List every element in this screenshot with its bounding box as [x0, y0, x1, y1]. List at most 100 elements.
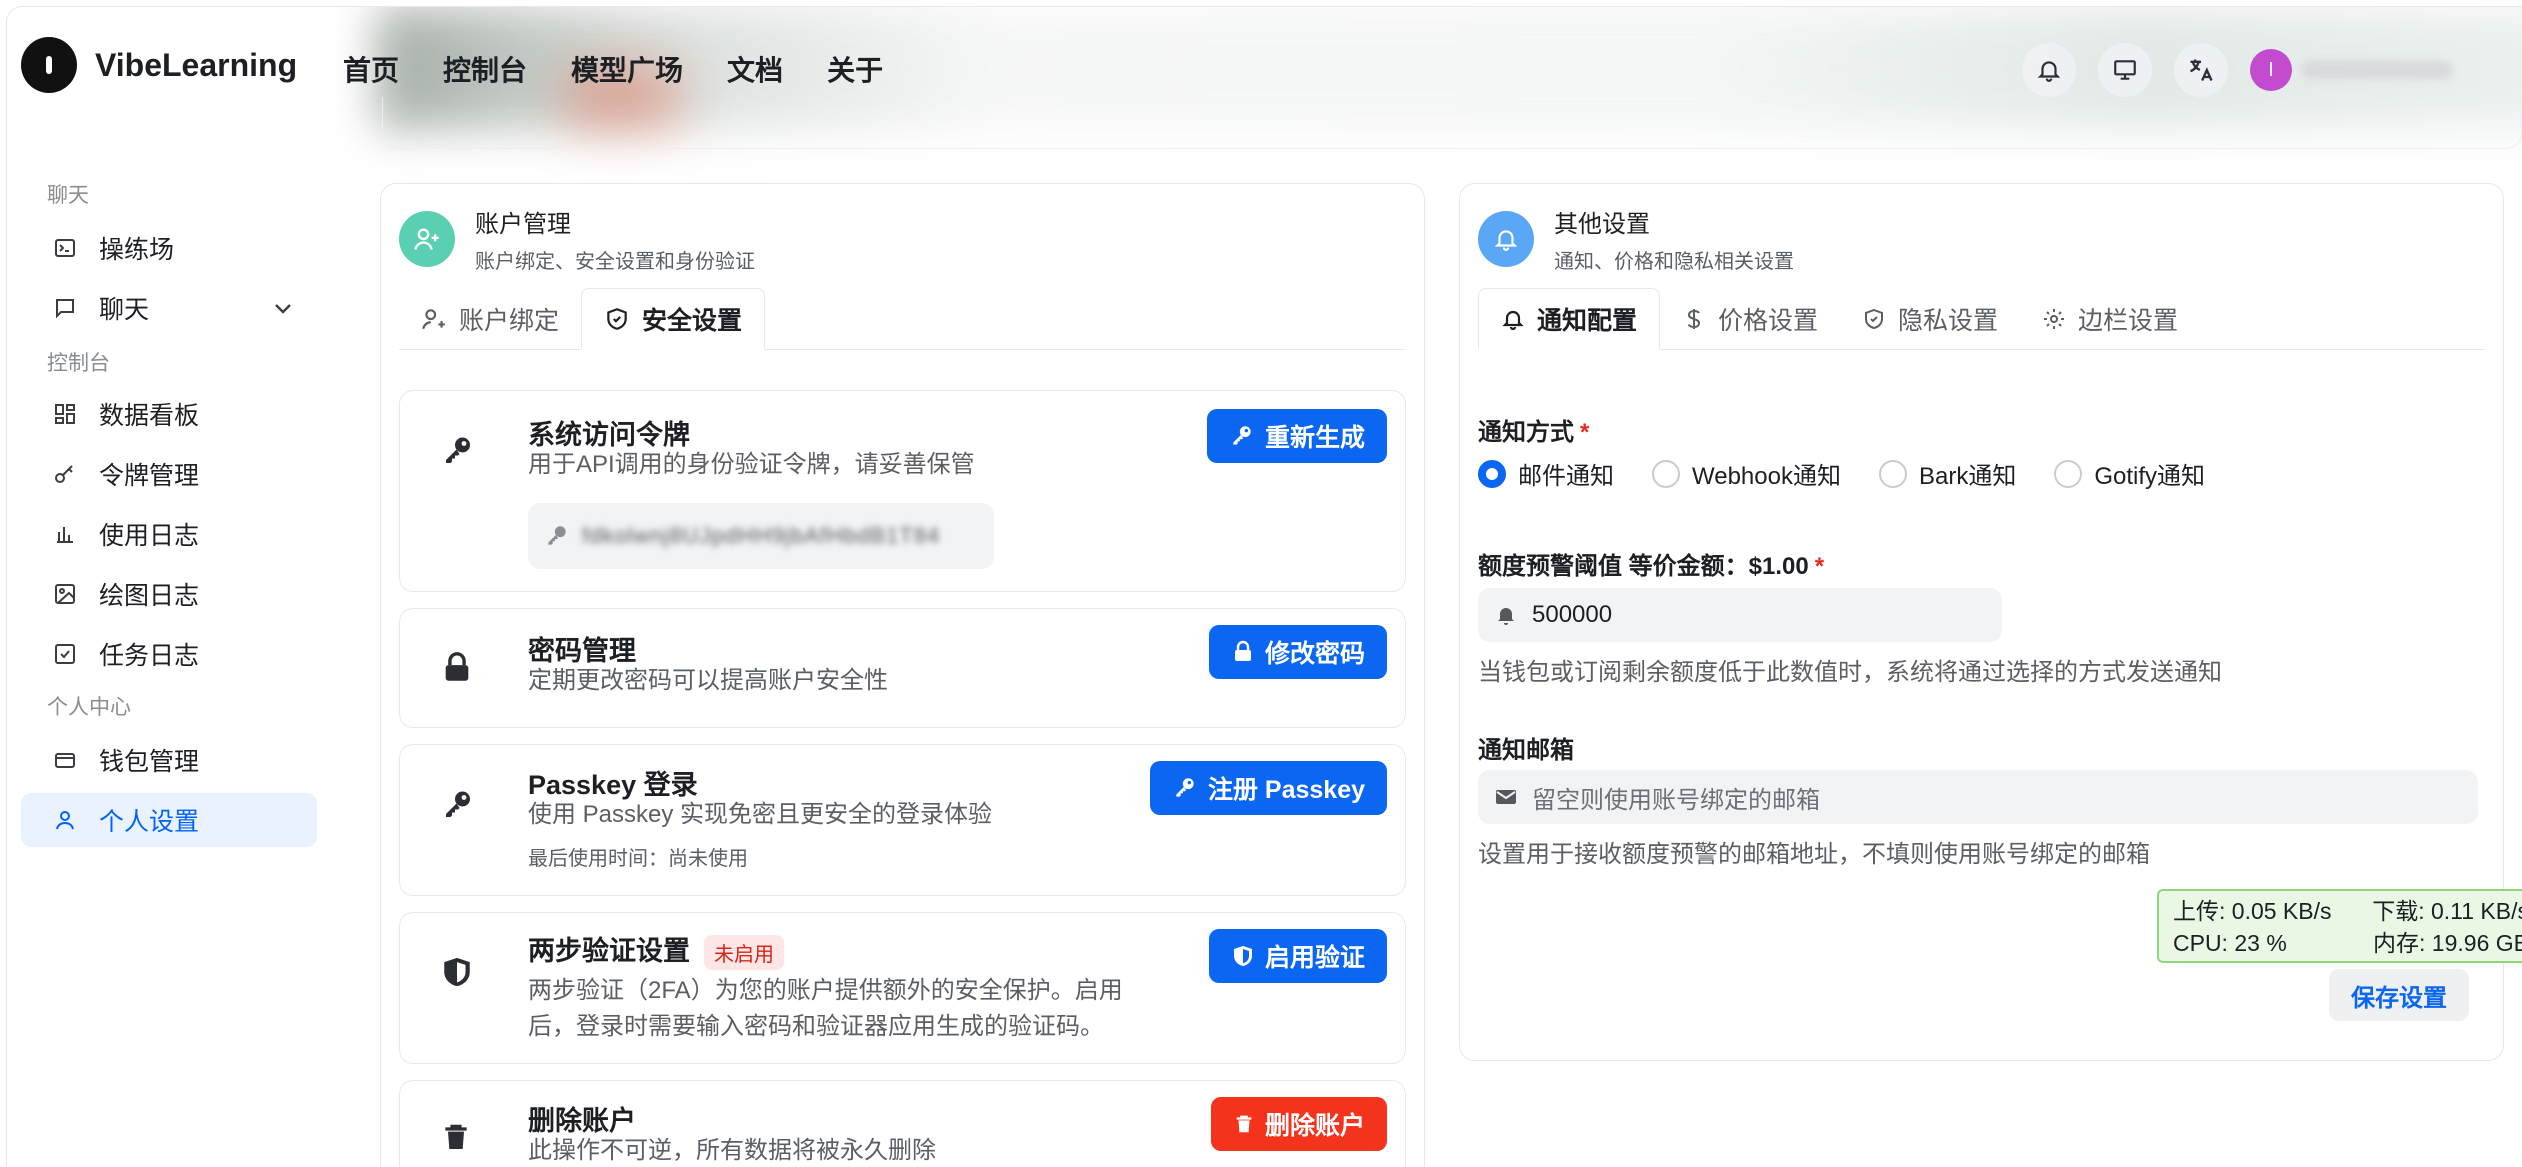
label-text: 通知方式 — [1478, 419, 1574, 446]
token-value-box[interactable]: fdkolwnj8UJpdHH9jbAfHbdB1T84 — [528, 503, 994, 569]
button-label: 删除账户 — [1264, 1112, 1365, 1140]
tab-account-binding[interactable]: 账户绑定 — [399, 288, 581, 350]
other-card-header: 其他设置 通知、价格和隐私相关设置 — [1478, 204, 1794, 274]
nav-about[interactable]: 关于 — [827, 49, 883, 89]
delete-account-button[interactable]: 删除账户 — [1210, 1097, 1387, 1151]
trash-icon — [1236, 1115, 1252, 1133]
trash-icon — [445, 1124, 467, 1149]
sidebar-item-chat[interactable]: 聊天 — [21, 281, 317, 335]
sidebar-item-tokens[interactable]: 令牌管理 — [21, 449, 317, 499]
terminal-icon — [55, 239, 75, 257]
tab-label: 安全设置 — [642, 306, 743, 335]
upload-speed: 上传: 0.05 KB/s — [2173, 898, 2332, 924]
key-icon — [1233, 426, 1251, 445]
language-button[interactable] — [2174, 43, 2228, 97]
account-management-card: 账户管理 账户绑定、安全设置和身份验证 账户绑定 安全设置 系统访问令牌 用于A… — [380, 183, 1425, 1167]
key-icon — [1176, 778, 1194, 797]
user-name-blurred — [2302, 61, 2452, 79]
sidebar-item-dashboard[interactable]: 数据看板 — [21, 389, 317, 439]
radio-circle — [1652, 459, 1680, 488]
password-section: 密码管理 定期更改密码可以提高账户安全性 修改密码 — [399, 608, 1406, 728]
radio-email[interactable]: 邮件通知 — [1478, 456, 1614, 491]
bell-icon — [1502, 310, 1524, 330]
twofa-desc-line2: 后，登录时需要输入密码和验证器应用生成的验证码。 — [528, 1013, 1104, 1040]
dollar-icon — [1687, 309, 1701, 329]
sidebar-item-playground[interactable]: 操练场 — [21, 221, 317, 275]
sidebar-item-label: 个人设置 — [99, 808, 200, 836]
radio-bark[interactable]: Bark通知 — [1878, 456, 2016, 491]
lock-icon — [1234, 640, 1251, 661]
brand-name: VibeLearning — [95, 46, 298, 83]
sidebar-item-label: 使用日志 — [99, 522, 200, 550]
register-passkey-button[interactable]: 注册 Passkey — [1149, 761, 1387, 815]
tab-label: 隐私设置 — [1898, 307, 1999, 335]
mail-icon — [1496, 790, 1516, 804]
email-input[interactable]: 留空则使用账号绑定的邮箱 — [1478, 770, 2478, 824]
sidebar-item-wallet[interactable]: 钱包管理 — [21, 733, 317, 787]
delete-desc: 此操作不可逆，所有数据将被永久删除 — [528, 1137, 936, 1164]
account-card-subtitle: 账户绑定、安全设置和身份验证 — [475, 251, 755, 273]
theme-button[interactable] — [2098, 43, 2152, 97]
download-speed: 下载: 0.11 KB/s — [2372, 898, 2522, 924]
passkey-desc: 使用 Passkey 实现免密且更安全的登录体验 — [528, 801, 993, 828]
save-settings-button[interactable]: 保存设置 — [2329, 969, 2469, 1021]
tab-notify[interactable]: 通知配置 — [1478, 288, 1661, 350]
bell-icon — [2037, 61, 2061, 82]
sidebar-item-draw-log[interactable]: 绘图日志 — [21, 569, 317, 619]
notify-method-radio-group: 邮件通知 Webhook通知 Bark通知 Gotify通知 — [1478, 456, 2205, 491]
tab-sidebar[interactable]: 边栏设置 — [2020, 288, 2200, 350]
sidebar-item-task-log[interactable]: 任务日志 — [21, 629, 317, 679]
radio-circle — [2054, 459, 2083, 488]
shield-check-icon — [1865, 308, 1884, 330]
sidebar-group-console: 控制台 — [47, 352, 110, 375]
input-value: 500000 — [1532, 601, 1613, 628]
passkey-last-used: 最后使用时间：尚未使用 — [528, 848, 748, 870]
notifications-button[interactable] — [2022, 43, 2076, 97]
regenerate-token-button[interactable]: 重新生成 — [1206, 409, 1387, 463]
user-plus-icon — [399, 211, 455, 267]
password-desc: 定期更改密码可以提高账户安全性 — [528, 667, 888, 694]
radio-gotify[interactable]: Gotify通知 — [2054, 456, 2205, 491]
change-password-button[interactable]: 修改密码 — [1208, 625, 1387, 679]
notify-method-label: 通知方式 * — [1478, 412, 1589, 447]
sidebar-item-label: 令牌管理 — [99, 462, 200, 490]
tab-security-settings[interactable]: 安全设置 — [581, 288, 766, 350]
memory-usage: 内存: 19.96 GB — [2373, 930, 2522, 956]
sidebar-item-label: 绘图日志 — [99, 582, 200, 610]
sidebar-item-label: 钱包管理 — [99, 748, 200, 776]
network-monitor-widget: 上传: 0.05 KB/s 下载: 0.11 KB/s CPU: 23 % 内存: … — [2157, 889, 2522, 963]
nav-model-square[interactable]: 模型广场 — [571, 49, 683, 89]
key-icon — [446, 791, 470, 817]
user-add-icon — [422, 309, 445, 330]
token-desc: 用于API调用的身份验证令牌，请妥善保管 — [528, 451, 975, 478]
bar-chart-icon — [57, 527, 73, 543]
other-card-title: 其他设置 — [1554, 211, 1650, 238]
shield-icon — [444, 957, 470, 987]
threshold-input[interactable]: 500000 — [1478, 588, 2002, 642]
enable-2fa-button[interactable]: 启用验证 — [1208, 929, 1387, 983]
tab-label: 账户绑定 — [459, 307, 560, 335]
radio-label: Gotify通知 — [2094, 463, 2206, 490]
gear-icon — [2044, 309, 2065, 329]
sidebar-item-usage-log[interactable]: 使用日志 — [21, 509, 317, 559]
threshold-label: 额度预警阈值 等价金额：$1.00 * — [1478, 546, 1824, 581]
chevron-down-icon[interactable] — [271, 296, 295, 320]
tab-privacy[interactable]: 隐私设置 — [1840, 288, 2020, 350]
twofa-title: 两步验证设置 — [528, 936, 690, 966]
bell-icon — [1498, 608, 1514, 625]
app-window: VibeLearning 首页 控制台 模型广场 文档 关于 I 聊天 操练场 … — [6, 6, 2522, 1167]
token-value: fdkolwnj8UJpdHH9jbAfHbdB1T84 — [582, 523, 941, 548]
label-text: 额度预警阈值 等价金额：$1.00 — [1478, 553, 1809, 580]
user-menu[interactable]: I — [2250, 49, 2452, 91]
nav-home[interactable]: 首页 — [343, 49, 399, 89]
radio-webhook[interactable]: Webhook通知 — [1652, 456, 1841, 491]
nav-console[interactable]: 控制台 — [443, 49, 527, 89]
bell-icon — [1478, 211, 1534, 267]
shield-icon — [1233, 946, 1252, 966]
required-mark: * — [1580, 419, 1590, 446]
brand-logo-link[interactable]: VibeLearning — [21, 37, 297, 93]
top-card-edge — [382, 97, 2522, 149]
sidebar-item-settings[interactable]: 个人设置 — [21, 793, 317, 847]
tab-price[interactable]: 价格设置 — [1660, 288, 1840, 350]
nav-docs[interactable]: 文档 — [727, 49, 783, 89]
